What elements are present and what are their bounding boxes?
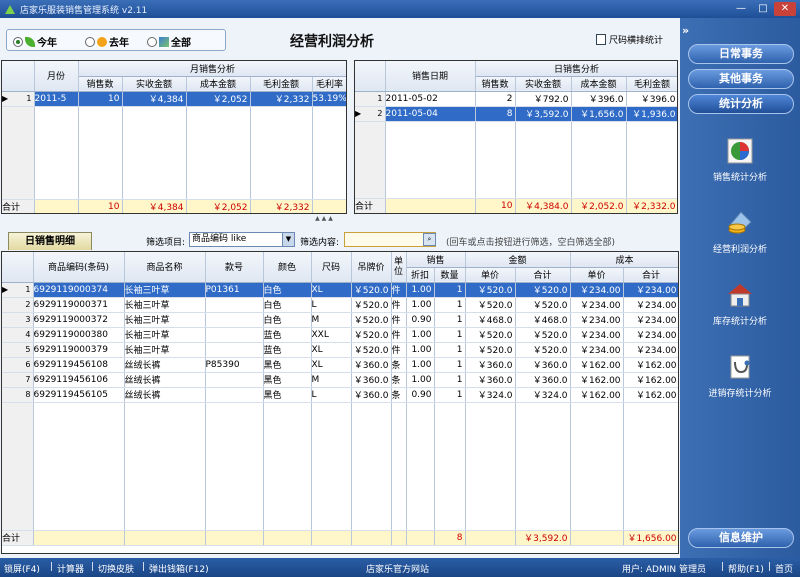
col-product-name[interactable]: 商品名称 <box>124 252 206 283</box>
search-icon: ⌕ <box>427 235 432 243</box>
radio-all[interactable]: 全部 <box>147 34 191 49</box>
splitter-handle[interactable]: ▲ ▲ ▲ <box>294 215 354 222</box>
radio-dot-selected[interactable] <box>13 36 23 47</box>
col-cost-total[interactable]: 合计 <box>623 267 678 283</box>
col-tag-price[interactable]: 吊牌价 <box>351 252 392 283</box>
col-sale-date[interactable]: 销售日期 <box>385 61 476 92</box>
col-cost[interactable]: 成本金额 <box>571 76 627 92</box>
open-cashbox-button[interactable]: 弹出钱箱(F12) <box>149 562 209 575</box>
calculator-button[interactable]: 计算器 <box>57 562 84 575</box>
minimize-button[interactable]: — <box>730 2 752 16</box>
col-month[interactable]: 月份 <box>34 61 79 92</box>
sidebar: » 日常事务 其他事务 统计分析 销售统计分析 经营利润分析 库存统计分析 进销… <box>680 18 800 558</box>
chevron-down-icon[interactable]: ▼ <box>282 233 294 246</box>
close-button[interactable]: ✕ <box>774 2 796 16</box>
coins-icon <box>725 208 755 238</box>
daily-detail-grid[interactable]: 商品编码(条码) 商品名称 款号 颜色 尺码 吊牌价 单位 销售 金额 成本 折… <box>1 251 679 554</box>
lock-screen-button[interactable]: 锁屏(F4) <box>4 562 40 575</box>
sun-icon <box>97 36 107 47</box>
sidebar-item-profit-analysis[interactable]: 经营利润分析 <box>690 208 790 255</box>
leaf-icon <box>25 36 35 47</box>
col-received[interactable]: 实收金额 <box>515 76 572 92</box>
col-received[interactable]: 实收金额 <box>122 76 187 92</box>
table-row[interactable]: ▶ 1 6929119000374 长袖三叶草 P01361 白色 XL ￥520.0 件 1.0… <box>2 282 678 298</box>
radio-dot[interactable] <box>147 36 157 47</box>
switch-skin-button[interactable]: 切换皮肤 <box>98 562 134 575</box>
cube-icon <box>159 36 169 47</box>
sidebar-collapse-button[interactable]: » <box>682 24 689 37</box>
sidebar-info-maintenance[interactable]: 信息维护 <box>688 528 794 548</box>
col-profit[interactable]: 毛利金额 <box>626 76 677 92</box>
col-qty[interactable]: 销售数 <box>78 76 123 92</box>
total-row: 合计 10 ￥4,384.0 ￥2,052.0 ￥2,332.0 <box>355 197 677 213</box>
radio-last-year[interactable]: 去年 <box>85 34 129 49</box>
table-row[interactable]: ▶ 2 2011-05-04 8 ￥3,592.0 ￥1,656.0 ￥1,936… <box>355 106 677 122</box>
sidebar-item-pss-stats[interactable]: 进销存统计分析 <box>690 352 790 399</box>
table-row[interactable]: 2 6929119000371 长袖三叶草 白色 L ￥520.0 件 1.00 1 ￥520.0… <box>2 297 678 313</box>
col-product-code[interactable]: 商品编码(条码) <box>33 252 125 283</box>
stethoscope-icon <box>725 352 755 382</box>
app-logo-icon <box>4 3 16 15</box>
help-button[interactable]: 帮助(F1) <box>728 562 764 575</box>
filter-content-label: 筛选内容: <box>300 238 340 248</box>
table-row[interactable]: 1 2011-05-02 2 ￥792.0 ￥396.0 ￥396.0 <box>355 91 677 107</box>
total-row: 合计 8 ￥3,592.0 ￥1,656.00 <box>2 529 678 546</box>
col-cost[interactable]: 成本金额 <box>186 76 251 92</box>
col-amount-price[interactable]: 单价 <box>465 267 516 283</box>
col-color[interactable]: 颜色 <box>263 252 312 283</box>
col-qty[interactable]: 销售数 <box>475 76 516 92</box>
table-row[interactable]: 7 6929119456106 丝绒长裤 黑色 M ￥360.0 条 1.00 1 ￥360.0 ￥… <box>2 372 678 388</box>
table-row[interactable]: 4 6929119000380 长袖三叶草 蓝色 XXL ￥520.0 件 1.00 1 ￥520… <box>2 327 678 343</box>
col-size[interactable]: 尺码 <box>311 252 352 283</box>
home-button[interactable]: 首页 <box>775 562 793 575</box>
page-title: 经营利润分析 <box>290 34 374 50</box>
current-user: 用户: ADMIN 管理员 <box>622 565 706 575</box>
document-icon <box>596 34 606 45</box>
filter-search-button[interactable]: ⌕ <box>423 233 436 246</box>
table-row[interactable]: ▶ 1 2011-5 10 ￥4,384 ￥2,052 ￥2,332 53.19% <box>2 91 346 107</box>
col-qty[interactable]: 数量 <box>434 267 466 283</box>
period-filter: 今年 去年 全部 <box>6 29 226 51</box>
official-site-link[interactable]: 店家乐官方网站 <box>366 562 429 575</box>
daily-sales-grid[interactable]: 销售日期 日销售分析 销售数 实收金额 成本金额 毛利金额 1 2011-05-… <box>354 60 678 214</box>
pie-chart-icon <box>725 136 755 166</box>
group-sale: 销售 <box>406 252 466 268</box>
title-bar: 店家乐服装销售管理系统 v2.11 — □ ✕ <box>0 0 800 18</box>
table-row[interactable]: 8 6929119456105 丝绒长裤 黑色 L ￥360.0 条 0.90 1 ￥324.0 ￥… <box>2 387 678 403</box>
table-row[interactable]: 5 6929119000379 长袖三叶草 蓝色 XL ￥520.0 件 1.00 1 ￥520.… <box>2 342 678 358</box>
sidebar-statistics[interactable]: 统计分析 <box>688 94 794 114</box>
col-margin[interactable]: 毛利率 <box>312 76 346 92</box>
table-row[interactable]: 3 6929119000372 长袖三叶草 白色 M ￥520.0 件 0.90 1 ￥468.0… <box>2 312 678 328</box>
total-row: 合计 10 ￥4,384 ￥2,052 ￥2,332 <box>2 198 346 213</box>
table-row[interactable]: 6 6929119456108 丝绒长裤 P85390 黑色 XL ￥360.0 条 1.00 1… <box>2 357 678 373</box>
status-bar: 锁屏(F4) | 计算器 | 切换皮肤 | 弹出钱箱(F12) 店家乐官方网站 … <box>0 558 800 577</box>
maximize-button[interactable]: □ <box>752 2 774 16</box>
filter-hint: (回车或点击按钮进行筛选，空白筛选全部) <box>446 238 616 248</box>
filter-item-select[interactable]: 商品编码 like ▼ <box>189 232 295 247</box>
window-title: 店家乐服装销售管理系统 v2.11 <box>20 6 148 16</box>
tab-daily-detail[interactable]: 日销售明细 <box>8 232 92 250</box>
group-cost: 成本 <box>570 252 678 268</box>
radio-this-year[interactable]: 今年 <box>13 34 57 49</box>
col-unit[interactable]: 单位 <box>391 252 407 283</box>
warehouse-icon <box>725 280 755 310</box>
size-pivot-button[interactable]: 尺码横排统计 <box>596 33 663 46</box>
sidebar-item-inventory-stats[interactable]: 库存统计分析 <box>690 280 790 327</box>
radio-dot[interactable] <box>85 36 95 47</box>
group-amount: 金额 <box>465 252 571 268</box>
col-cost-price[interactable]: 单价 <box>570 267 624 283</box>
group-header-daily: 日销售分析 <box>475 61 677 77</box>
filter-item-label: 筛选项目: <box>146 238 186 248</box>
sidebar-item-sales-stats[interactable]: 销售统计分析 <box>690 136 790 183</box>
col-profit[interactable]: 毛利金额 <box>250 76 313 92</box>
sidebar-other-affairs[interactable]: 其他事务 <box>688 69 794 89</box>
col-style[interactable]: 款号 <box>205 252 264 283</box>
group-header-monthly: 月销售分析 <box>78 61 346 77</box>
sidebar-daily-affairs[interactable]: 日常事务 <box>688 44 794 64</box>
col-discount[interactable]: 折扣 <box>406 267 435 283</box>
col-amount-total[interactable]: 合计 <box>515 267 571 283</box>
monthly-sales-grid[interactable]: 月份 月销售分析 销售数 实收金额 成本金额 毛利金额 毛利率 ▶ 1 2011-… <box>1 60 347 214</box>
